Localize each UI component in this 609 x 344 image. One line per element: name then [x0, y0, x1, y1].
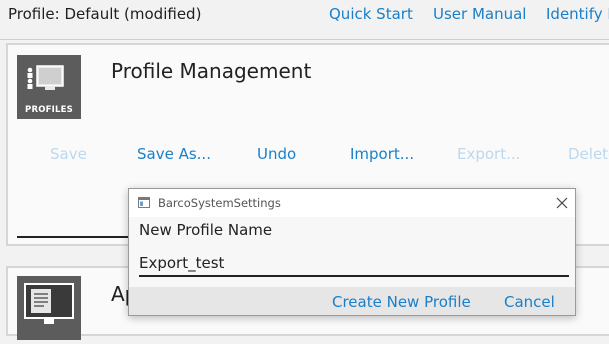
- dialog-titlebar[interactable]: BarcoSystemSettings: [129, 189, 575, 217]
- user-manual-link[interactable]: User Manual: [433, 5, 526, 23]
- top-divider: [0, 39, 609, 40]
- save-as-button[interactable]: Save As...: [137, 145, 211, 163]
- profile-management-title: Profile Management: [111, 59, 312, 83]
- display-icon-graphic: [24, 283, 74, 324]
- card-underline: [17, 236, 137, 238]
- profile-name-input[interactable]: [139, 251, 569, 277]
- import-button[interactable]: Import...: [350, 145, 414, 163]
- quick-start-link[interactable]: Quick Start: [329, 5, 413, 23]
- close-icon[interactable]: [552, 193, 572, 213]
- profiles-icon: PROFILES: [17, 55, 81, 119]
- app-window-icon: [138, 197, 150, 208]
- dialog-title: BarcoSystemSettings: [158, 196, 281, 210]
- delete-button[interactable]: Delete: [568, 145, 609, 163]
- profiles-icon-label: PROFILES: [25, 105, 73, 115]
- display-icon: [17, 276, 81, 340]
- profile-name-label: New Profile Name: [139, 221, 273, 239]
- new-profile-dialog: BarcoSystemSettings New Profile Name Cre…: [128, 188, 576, 316]
- undo-button[interactable]: Undo: [257, 145, 296, 163]
- create-new-profile-button[interactable]: Create New Profile: [332, 293, 471, 311]
- top-bar: Profile: Default (modified) Quick Start …: [0, 0, 609, 30]
- save-button[interactable]: Save: [50, 145, 87, 163]
- identify-monitors-link[interactable]: Identify M: [546, 5, 609, 23]
- export-button[interactable]: Export...: [457, 145, 520, 163]
- cancel-button[interactable]: Cancel: [504, 293, 555, 311]
- profile-status: Profile: Default (modified): [8, 5, 202, 23]
